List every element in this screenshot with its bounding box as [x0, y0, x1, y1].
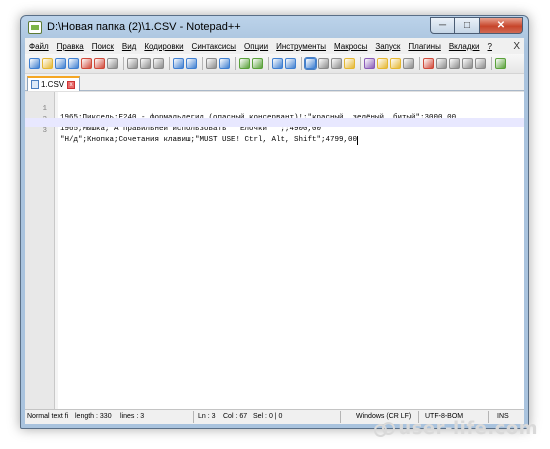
fold-margin[interactable]	[55, 92, 58, 411]
menu-help[interactable]: ?	[484, 42, 496, 51]
status-line-number: Ln : 3	[198, 413, 216, 420]
minimize-button[interactable]: ─	[430, 17, 455, 34]
doc-map-icon[interactable]	[364, 58, 375, 69]
editor-line-1[interactable]: 1 1965;Пиксель;E240 - формальдегид (опас…	[25, 96, 524, 122]
document-icon	[31, 80, 39, 89]
menu-tools[interactable]: Инструменты	[272, 42, 330, 51]
undo-icon[interactable]	[173, 58, 184, 69]
line-number: 3	[42, 127, 47, 135]
status-length: length : 330	[75, 413, 112, 420]
menu-language[interactable]: Синтаксисы	[188, 42, 241, 51]
editor-area[interactable]: 1 1965;Пиксель;E240 - формальдегид (опас…	[25, 91, 524, 411]
line-text-content[interactable]: "Н/д";Кнопка;Сочетания клавиш;"MUST USE!…	[60, 136, 357, 144]
site-watermark: user-life.com	[374, 418, 538, 439]
close-document-button[interactable]: X	[513, 41, 524, 52]
toolbar-separator	[491, 57, 492, 70]
play-macro-icon[interactable]	[449, 58, 460, 69]
indent-guide-icon[interactable]	[331, 58, 342, 69]
toolbar-separator	[419, 57, 420, 70]
notepad-window: D:\Новая папка (2)\1.CSV - Notepad++ ─ □…	[20, 15, 529, 429]
status-selection: Sel : 0 | 0	[253, 413, 283, 420]
redo-icon[interactable]	[186, 58, 197, 69]
menu-plugins[interactable]: Плагины	[404, 42, 444, 51]
record-macro-icon[interactable]	[423, 58, 434, 69]
line-text[interactable]: "Н/д";Кнопка;Сочетания клавиш;"MUST USE!…	[60, 136, 359, 145]
status-divider	[193, 411, 194, 423]
zoom-out-icon[interactable]	[252, 58, 263, 69]
window-title: D:\Новая папка (2)\1.CSV - Notepad++	[47, 21, 241, 33]
close-button[interactable]: ✕	[480, 17, 523, 34]
copy-icon[interactable]	[140, 58, 151, 69]
cut-icon[interactable]	[127, 58, 138, 69]
save-macro-icon[interactable]	[475, 58, 486, 69]
tab-bar: 1.CSV x	[25, 74, 524, 91]
title-bar[interactable]: D:\Новая папка (2)\1.CSV - Notepad++ ─ □…	[21, 16, 528, 38]
close-all-icon[interactable]	[94, 58, 105, 69]
notepad-app-icon[interactable]	[28, 21, 42, 34]
menu-run[interactable]: Запуск	[371, 42, 404, 51]
toolbar-separator	[301, 57, 302, 70]
menu-encoding[interactable]: Кодировки	[140, 42, 187, 51]
replace-icon[interactable]	[219, 58, 230, 69]
toolbar-separator	[235, 57, 236, 70]
menu-macro[interactable]: Макросы	[330, 42, 371, 51]
folder-workspace-icon[interactable]	[390, 58, 401, 69]
tab-label: 1.CSV	[41, 80, 65, 89]
run-macro-multiple-icon[interactable]	[462, 58, 473, 69]
stop-record-icon[interactable]	[436, 58, 447, 69]
save-all-icon[interactable]	[68, 58, 79, 69]
tab-close-icon[interactable]: x	[67, 80, 76, 89]
menu-bar: Файл Правка Поиск Вид Кодировки Синтакси…	[25, 38, 524, 54]
save-icon[interactable]	[55, 58, 66, 69]
toolbar-separator	[123, 57, 124, 70]
caption-buttons: ─ □ ✕	[430, 17, 523, 35]
menu-settings[interactable]: Опции	[240, 42, 272, 51]
menu-edit[interactable]: Правка	[53, 42, 88, 51]
menu-window[interactable]: Вкладки	[445, 42, 484, 51]
editor-line-3-current[interactable]: 3 "Н/д";Кнопка;Сочетания клавиш;"MUST US…	[25, 118, 524, 145]
language-icon[interactable]	[344, 58, 355, 69]
open-file-icon[interactable]	[42, 58, 53, 69]
menu-search[interactable]: Поиск	[88, 42, 118, 51]
print-icon[interactable]	[107, 58, 118, 69]
toolbar-separator	[360, 57, 361, 70]
toolbar	[25, 54, 524, 74]
tab-1-csv[interactable]: 1.CSV x	[27, 76, 81, 91]
menu-view[interactable]: Вид	[118, 42, 140, 51]
sync-vertical-icon[interactable]	[272, 58, 283, 69]
word-wrap-icon[interactable]	[304, 57, 317, 70]
status-file-type: Normal text fi	[27, 413, 69, 420]
toolbar-separator	[169, 57, 170, 70]
status-divider	[340, 411, 341, 423]
close-icon[interactable]	[81, 58, 92, 69]
find-icon[interactable]	[206, 58, 217, 69]
status-column: Col : 67	[223, 413, 248, 420]
toolbar-separator	[268, 57, 269, 70]
editor-line-2[interactable]: 2 1965;Мышка;"А правильней использовать …	[25, 107, 524, 133]
paste-icon[interactable]	[153, 58, 164, 69]
watermark-text: user-life.com	[398, 418, 538, 439]
sync-horizontal-icon[interactable]	[285, 58, 296, 69]
toolbar-separator	[202, 57, 203, 70]
plugin-icon[interactable]	[495, 58, 506, 69]
menu-file[interactable]: Файл	[25, 42, 53, 51]
zoom-in-icon[interactable]	[239, 58, 250, 69]
monitoring-icon[interactable]	[403, 58, 414, 69]
new-file-icon[interactable]	[29, 58, 40, 69]
show-all-chars-icon[interactable]	[318, 58, 329, 69]
watermark-logo-icon	[374, 421, 396, 437]
text-caret	[357, 136, 359, 145]
maximize-button[interactable]: □	[455, 17, 480, 34]
function-list-icon[interactable]	[377, 58, 388, 69]
status-lines: lines : 3	[120, 413, 145, 420]
